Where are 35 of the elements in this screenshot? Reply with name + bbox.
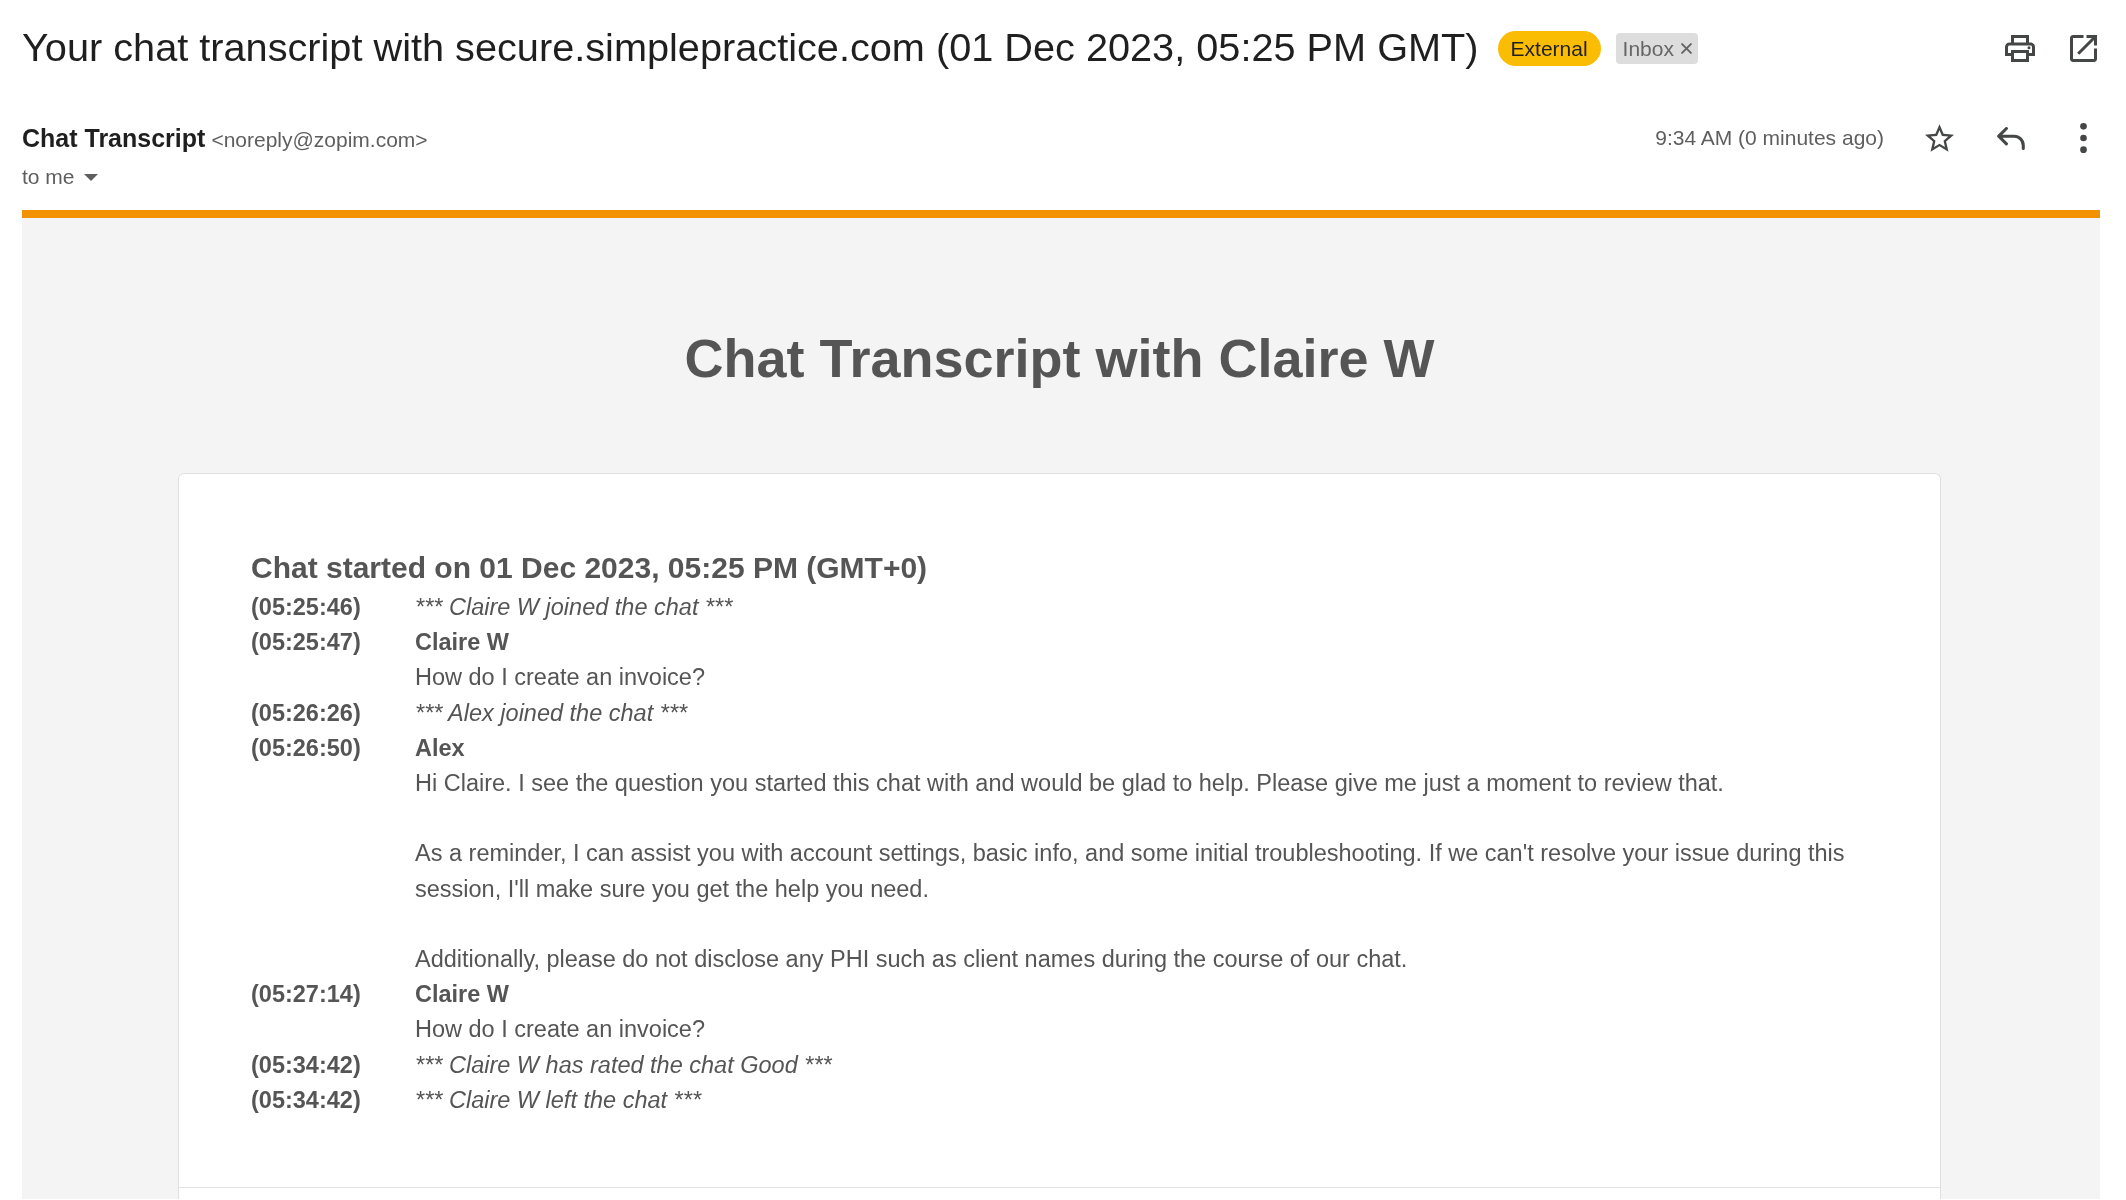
timestamp: (05:25:47)	[251, 628, 361, 658]
label-text: Inbox	[1622, 35, 1674, 62]
label-chip: External	[1497, 30, 1601, 66]
chat-event: *** Claire W left the chat ***	[415, 1085, 702, 1115]
timestamp: (05:27:14)	[251, 980, 361, 1010]
author-name: Claire W	[415, 980, 510, 1010]
timestamp: (05:34:42)	[251, 1050, 361, 1080]
message-text: How do I create an invoice?	[415, 1015, 705, 1045]
caret-icon	[83, 173, 98, 181]
chat-start-heading: Chat started on 01 Dec 2023, 05:25 PM (GMT+0)	[251, 550, 928, 586]
chat-event: *** Claire W joined the chat ***	[415, 593, 733, 622]
message-text: As a reminder, I can assist you with account settings, basic info, and some initial troubleshooting. If we can't resolve your issue during this session, I'll make sure you get the help you need.	[415, 839, 1846, 904]
printer-icon	[2005, 34, 2035, 62]
chat-event: *** Alex joined the chat ***	[415, 698, 688, 728]
timestamp: (05:34:42)	[251, 1085, 361, 1115]
timestamp: (05:26:26)	[251, 698, 361, 728]
author-name: Alex	[415, 733, 465, 763]
timestamp: (05:26:50)	[251, 733, 361, 763]
sender-name: Chat Transcript	[22, 123, 206, 154]
transcript-title: Chat Transcript with Claire W	[684, 327, 1435, 390]
external-link-icon	[2069, 34, 2097, 62]
reply-icon	[1997, 126, 2025, 150]
recipients-dropdown[interactable]: to me	[22, 162, 98, 192]
chat-event: *** Claire W has rated the chat Good ***	[415, 1050, 832, 1080]
close-icon	[1680, 42, 1692, 54]
email-subject: Your chat transcript with secure.simplepractice.com (01 Dec 2023, 05:25 PM GMT)	[22, 24, 1479, 72]
received-time: 9:34 AM (0 minutes ago)	[1655, 125, 1884, 151]
timestamp: (05:25:46)	[251, 593, 361, 622]
message-text: Hi Claire. I see the question you started this chat with and would be glad to help. Please give me just a moment to review that.	[415, 769, 1724, 798]
message-text: How do I create an invoice?	[415, 663, 705, 693]
vertical-dots-icon	[2079, 123, 2087, 153]
sender-address: <noreply@zopim.com>	[211, 127, 428, 153]
author-name: Claire W	[415, 628, 510, 658]
message-text: Additionally, please do not disclose any PHI such as client names during the course of our chat.	[415, 945, 1408, 974]
remove-label-button[interactable]	[1680, 42, 1692, 54]
